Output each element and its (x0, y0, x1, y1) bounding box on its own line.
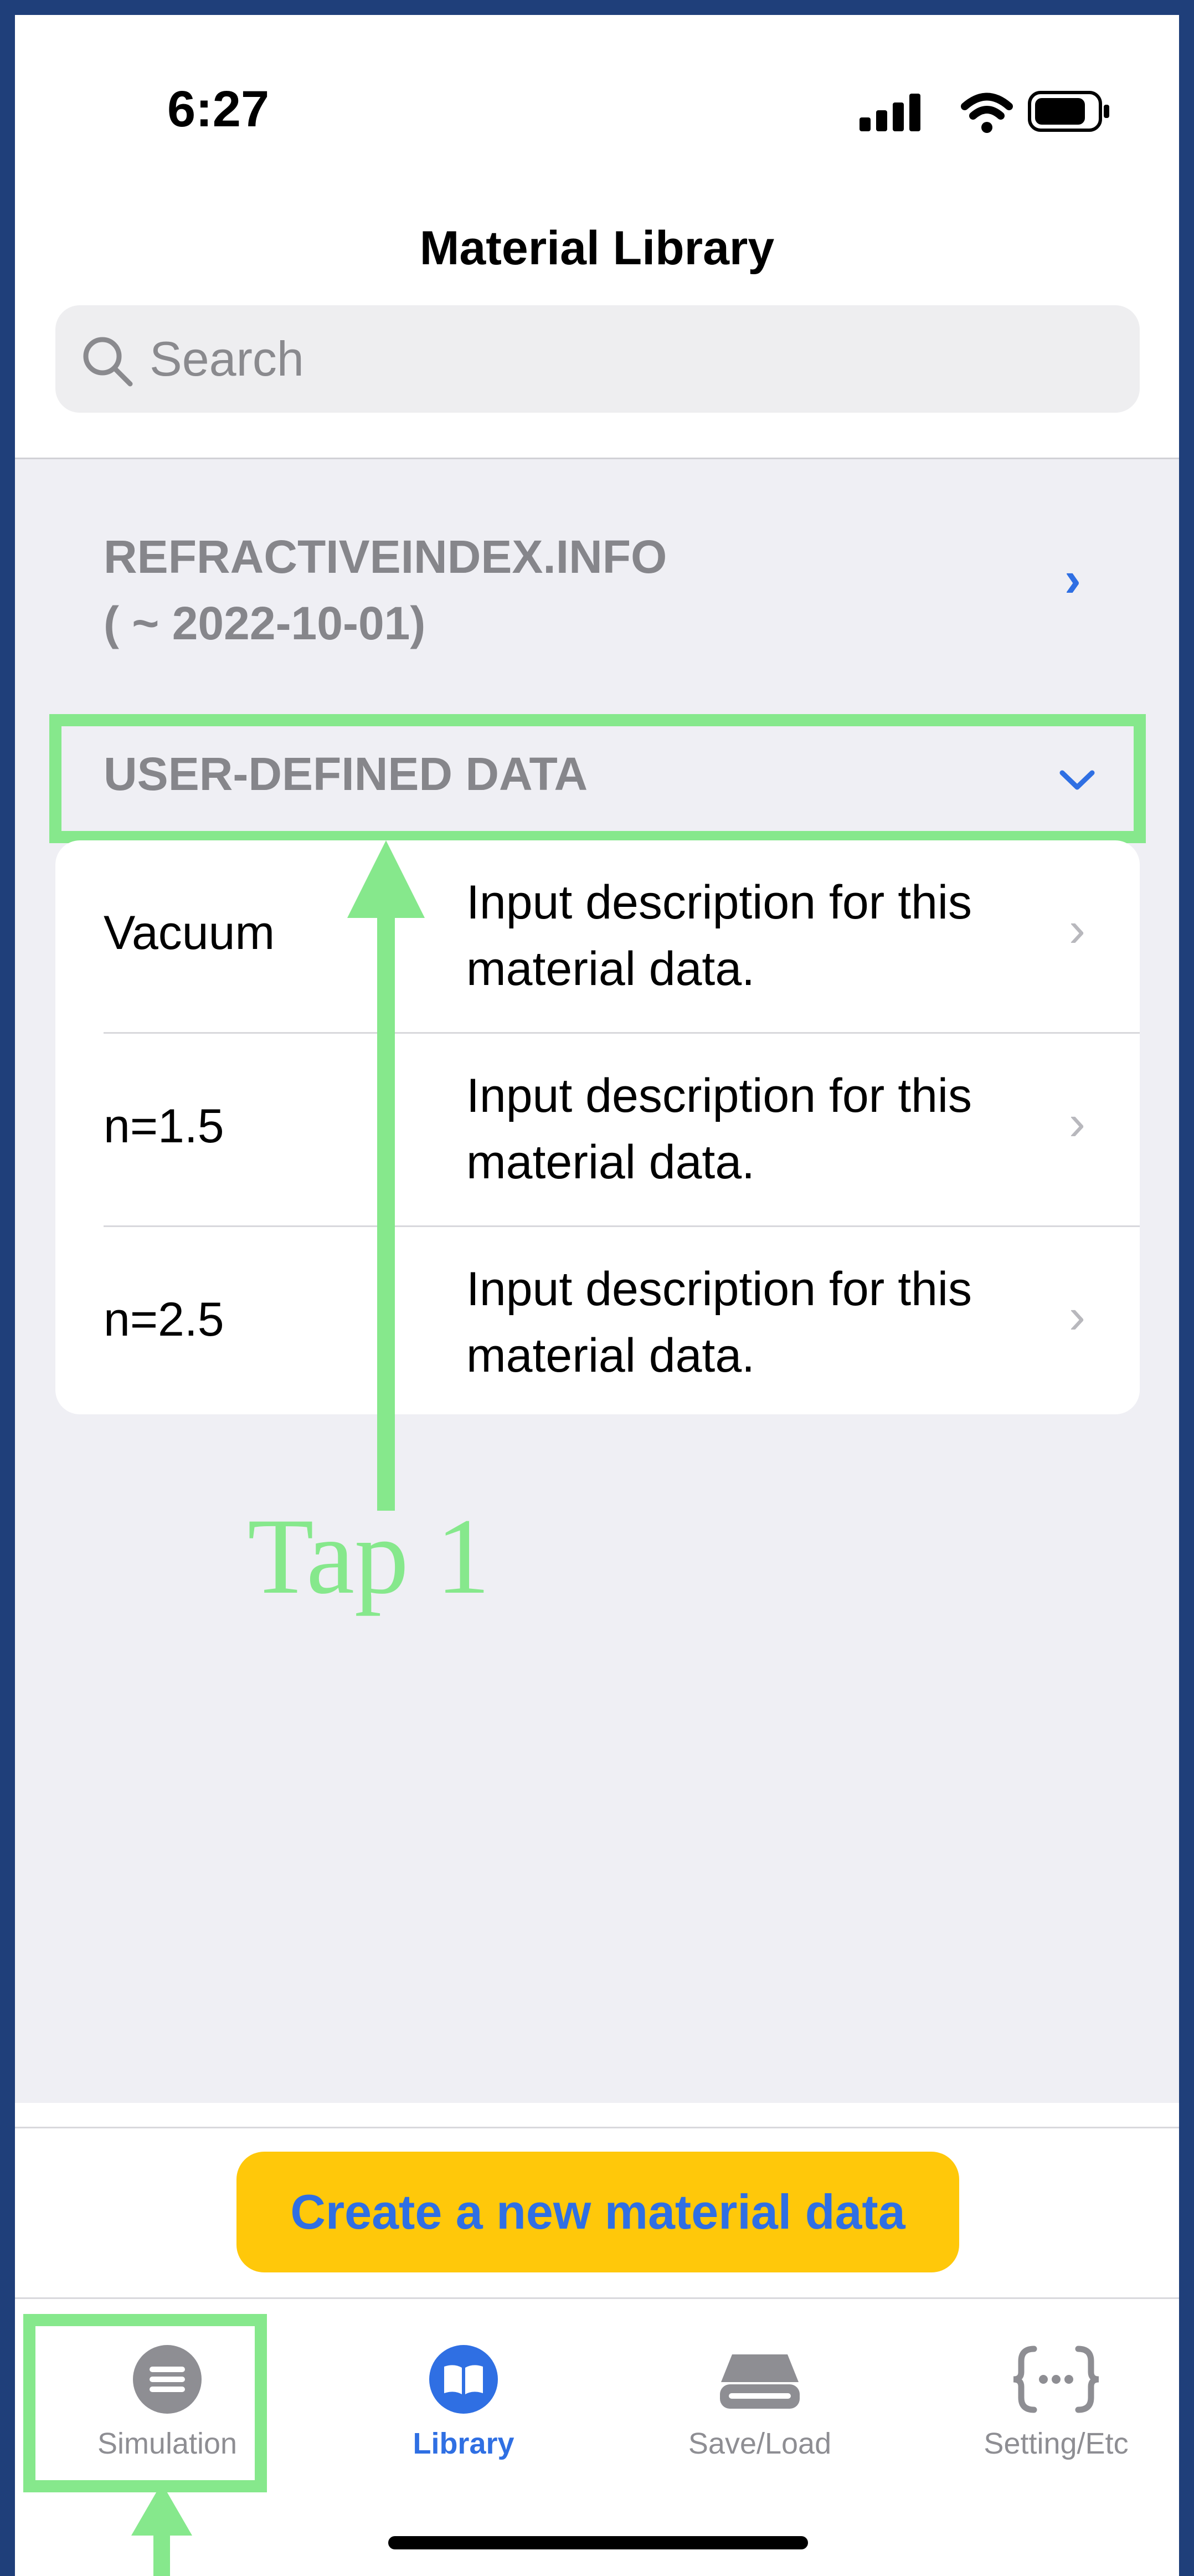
annotation-label: Tap 1 (248, 1496, 491, 1617)
search-input[interactable] (150, 329, 1091, 389)
material-name: n=2.5 (104, 1293, 224, 1346)
material-description: Input description for this material data… (466, 1263, 972, 1382)
book-icon (429, 2345, 498, 2414)
chevron-right-icon: › (1069, 1095, 1085, 1151)
chevron-right-icon: › (1069, 902, 1085, 957)
material-description: Input description for this material data… (466, 1069, 972, 1189)
annotation-arrow-up (347, 840, 425, 1511)
chevron-right-icon: › (1064, 552, 1081, 607)
list-item[interactable]: n=1.5 Input description for this materia… (55, 1034, 1140, 1225)
highlight-box-simulation-tab (23, 2314, 267, 2492)
phone-screen: 6:27 Material Library REFRA (15, 15, 1179, 2576)
tab-library[interactable]: Library (331, 2343, 596, 2487)
materials-list: Vacuum Input description for this materi… (55, 840, 1140, 1414)
annotation-arrow-up-bottom (131, 2483, 192, 2576)
tab-setting-etc[interactable]: Setting/Etc (923, 2343, 1179, 2487)
battery-icon (1028, 91, 1109, 132)
tab-label: Setting/Etc (984, 2427, 1129, 2460)
tab-save-load[interactable]: Save/Load (627, 2343, 893, 2487)
search-bar[interactable] (55, 305, 1140, 413)
section-refractiveindex-date: ( ~ 2022-10-01) (104, 597, 426, 649)
list-item[interactable]: n=2.5 Input description for this materia… (55, 1227, 1140, 1414)
cellular-signal-icon (860, 94, 920, 131)
tab-label: Library (413, 2427, 514, 2460)
search-icon (83, 337, 133, 387)
drive-icon (720, 2354, 800, 2409)
create-material-button[interactable]: Create a new material data (236, 2152, 959, 2272)
wifi-icon (961, 93, 1013, 133)
status-time: 6:27 (167, 81, 270, 137)
chevron-right-icon: › (1069, 1289, 1085, 1344)
page-title: Material Library (419, 222, 775, 275)
bottom-divider (15, 2127, 1179, 2128)
material-name: Vacuum (104, 906, 275, 959)
highlight-box-section (49, 714, 1146, 843)
material-name: n=1.5 (104, 1100, 224, 1153)
material-description: Input description for this material data… (466, 876, 972, 995)
home-indicator (388, 2536, 808, 2549)
section-refractiveindex-title: REFRACTIVEINDEX.INFO (104, 531, 667, 583)
status-icons (860, 91, 1109, 133)
curly-braces-icon (1013, 2346, 1099, 2413)
tab-label: Save/Load (688, 2427, 832, 2460)
section-refractiveindex[interactable]: REFRACTIVEINDEX.INFO ( ~ 2022-10-01) › (104, 524, 1128, 662)
list-item[interactable]: Vacuum Input description for this materi… (55, 840, 1140, 1032)
